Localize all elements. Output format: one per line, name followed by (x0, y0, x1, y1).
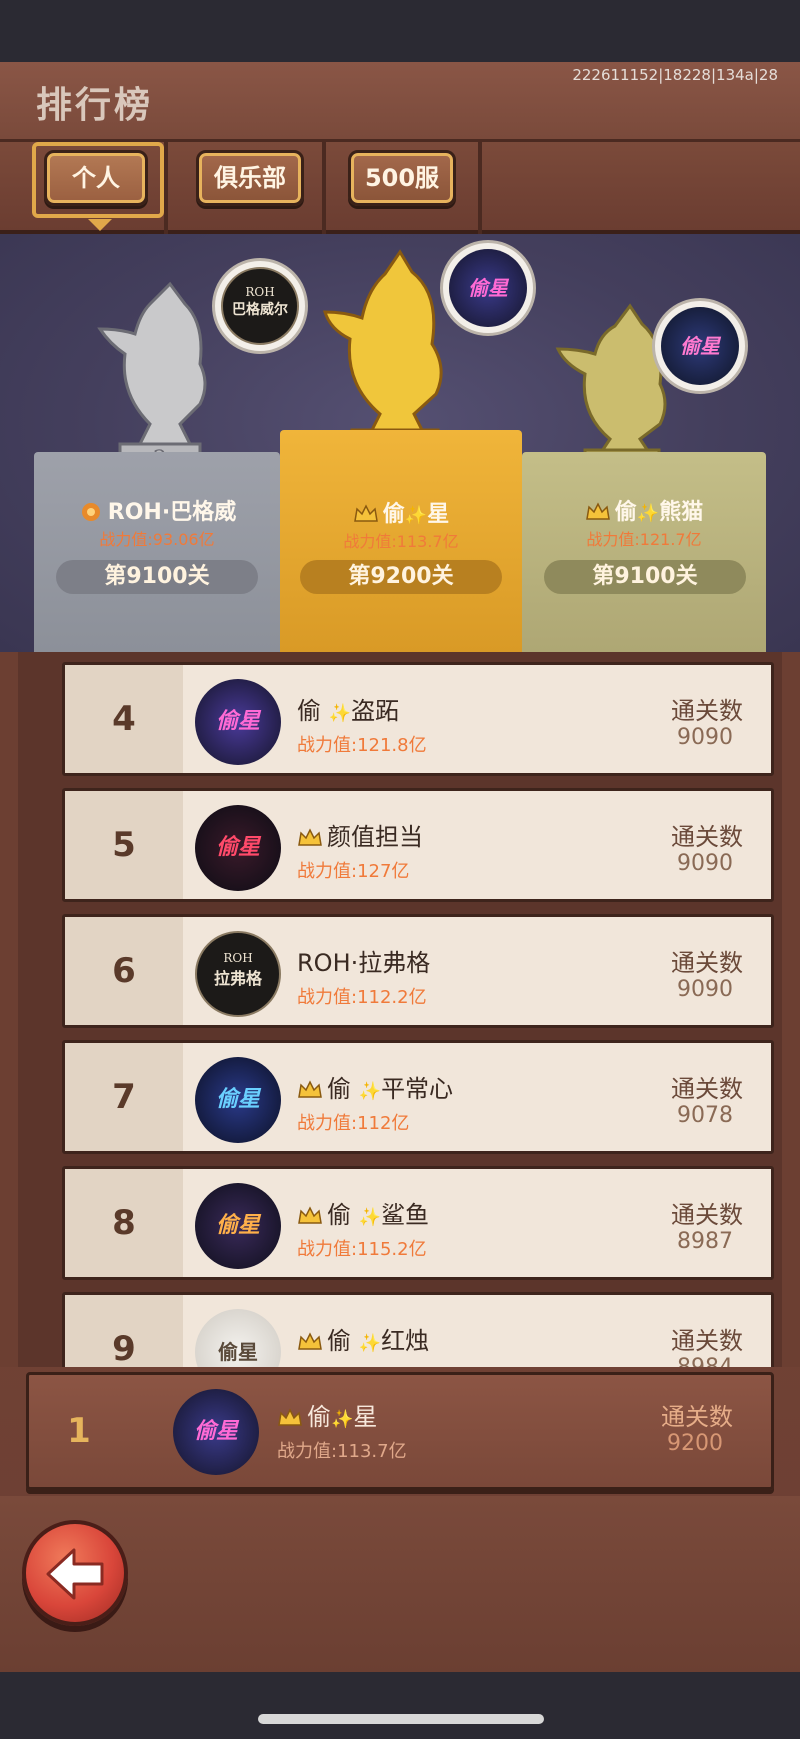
podium-third: 偷✨熊猫 战力值:121.7亿 第9100关 (522, 452, 766, 652)
stage-count-value: 8987 (677, 1229, 733, 1254)
stage-count-value: 8984 (677, 1355, 733, 1367)
avatar: 偷星 (195, 1309, 281, 1367)
avatar: 偷星 (195, 1183, 281, 1269)
debug-id-text: 222611152|18228|134a|28 (572, 66, 778, 84)
home-indicator[interactable] (258, 1714, 544, 1724)
stage-count-value: 9090 (677, 977, 733, 1002)
my-player-name: 偷✨星 (277, 1397, 377, 1432)
page-title: 排行榜 (36, 85, 154, 126)
ranking-list[interactable]: 4 偷星 偷 ✨盗跖 战力值:121.8亿 通关数 9090 5 偷星 颜值担当… (0, 652, 800, 1367)
sparkle-icon: ✨ (358, 1333, 382, 1354)
tab-server[interactable]: 500服 (348, 150, 456, 206)
avatar-second[interactable]: ROH 巴格威尔 (212, 258, 308, 354)
sparkle-icon: ✨ (328, 703, 352, 724)
podium-first: 偷✨星 战力值:113.7亿 第9200关 (280, 430, 522, 652)
my-rank-number: 1 (67, 1411, 91, 1451)
rank-number: 7 (112, 1077, 136, 1117)
avatar-first[interactable]: 偷星 (440, 240, 536, 336)
power-value: 战力值:115.2亿 (297, 1239, 427, 1260)
power-value: 战力值:112亿 (297, 1113, 410, 1134)
podium-power: 战力值:121.7亿 (586, 530, 702, 549)
my-power-value: 战力值:113.7亿 (277, 1441, 407, 1462)
podium-power: 战力值:113.7亿 (343, 532, 459, 551)
stage-count-label: 通关数 (671, 1075, 743, 1103)
podium-area: 2 1 3 ROH 巴格威尔 偷星 偷星 (0, 234, 800, 652)
crown-badge-icon (278, 1408, 302, 1426)
avatar-text: 偷星 (449, 249, 527, 327)
back-arrow-icon (46, 1548, 104, 1600)
podium-stage: 第9100关 (56, 560, 258, 594)
sparkle-icon: ✨ (636, 503, 660, 524)
player-name: 偷 ✨红烛 (297, 1321, 429, 1356)
tab-club[interactable]: 俱乐部 (196, 150, 304, 206)
crown-badge-icon (298, 828, 322, 846)
podium-power: 战力值:93.06亿 (99, 530, 215, 549)
podium-name: ROH·巴格威 (34, 494, 280, 526)
my-rank-bar[interactable]: 1 偷星 偷✨星 战力值:113.7亿 通关数 9200 (26, 1372, 774, 1490)
list-item[interactable]: 8 偷星 偷 ✨鲨鱼 战力值:115.2亿 通关数 8987 (62, 1166, 774, 1280)
stage-count-label: 通关数 (671, 823, 743, 851)
podium-second: ROH·巴格威 战力值:93.06亿 第9100关 (34, 452, 280, 652)
player-name: 偷 ✨平常心 (297, 1069, 453, 1104)
avatar-text: 巴格威尔 (232, 302, 288, 318)
podium-name: 偷✨熊猫 (522, 494, 766, 526)
avatar-text: 拉弗格 (213, 969, 262, 988)
crown-badge-icon (298, 1206, 322, 1224)
list-item[interactable]: 7 偷星 偷 ✨平常心 战力值:112亿 通关数 9078 (62, 1040, 774, 1154)
rank-number: 5 (112, 825, 136, 865)
player-name: 偷 ✨鲨鱼 (297, 1195, 429, 1230)
podium-name: 偷✨星 (280, 496, 522, 528)
avatar-top-text: ROH (245, 285, 275, 299)
bronze-trophy-icon: 3 (555, 303, 667, 476)
rank-number: 4 (112, 699, 136, 739)
tab-pointer-icon (88, 219, 112, 231)
podium-stage: 第9200关 (300, 560, 502, 594)
power-value: 战力值:121.8亿 (297, 735, 427, 756)
player-name: 颜值担当 (297, 817, 423, 852)
stage-count-value: 9090 (677, 851, 733, 876)
stage-count-label: 通关数 (671, 697, 743, 725)
list-item[interactable]: 6 ROH 拉弗格 ROH·拉弗格 战力值:112.2亿 通关数 9090 (62, 914, 774, 1028)
power-value: 战力值:127亿 (297, 861, 410, 882)
avatar: ROH 拉弗格 (195, 931, 281, 1017)
stage-count-label: 通关数 (671, 1327, 743, 1355)
sparkle-icon: ✨ (331, 1409, 354, 1430)
sparkle-icon: ✨ (404, 505, 428, 526)
rank-number: 9 (112, 1329, 136, 1367)
avatar: 偷星 (195, 1057, 281, 1143)
silver-trophy-icon: 2 (97, 281, 207, 472)
avatar-top-text: ROH (223, 951, 253, 965)
list-item[interactable]: 4 偷星 偷 ✨盗跖 战力值:121.8亿 通关数 9090 (62, 662, 774, 776)
stage-count-label: 通关数 (671, 1201, 743, 1229)
crown-badge-icon (585, 502, 610, 520)
stage-count-value: 9090 (677, 725, 733, 750)
list-item[interactable]: 9 偷星 偷 ✨红烛 通关数 8984 (62, 1292, 774, 1367)
my-stage-count-value: 9200 (667, 1431, 723, 1456)
tab-personal[interactable]: 个人 (44, 150, 148, 206)
avatar: 偷星 (195, 805, 281, 891)
back-button[interactable] (22, 1520, 128, 1626)
my-avatar: 偷星 (173, 1389, 259, 1475)
flower-badge-icon (81, 503, 100, 521)
rank-number: 6 (112, 951, 136, 991)
power-value: 战力值:112.2亿 (297, 987, 427, 1008)
rank-number: 8 (112, 1203, 136, 1243)
list-item[interactable]: 5 偷星 颜值担当 战力值:127亿 通关数 9090 (62, 788, 774, 902)
my-stage-count-label: 通关数 (661, 1403, 733, 1431)
crown-badge-icon (353, 504, 378, 522)
podium-stage: 第9100关 (544, 560, 746, 594)
player-name: ROH·拉弗格 (297, 949, 431, 977)
sparkle-icon: ✨ (358, 1207, 382, 1228)
sparkle-icon: ✨ (358, 1081, 382, 1102)
avatar: 偷星 (195, 679, 281, 765)
crown-badge-icon (298, 1332, 322, 1350)
stage-count-label: 通关数 (671, 949, 743, 977)
avatar-third[interactable]: 偷星 (652, 298, 748, 394)
player-name: 偷 ✨盗跖 (297, 697, 400, 725)
crown-badge-icon (298, 1080, 322, 1098)
stage-count-value: 9078 (677, 1103, 733, 1128)
avatar-text: 偷星 (661, 307, 739, 385)
